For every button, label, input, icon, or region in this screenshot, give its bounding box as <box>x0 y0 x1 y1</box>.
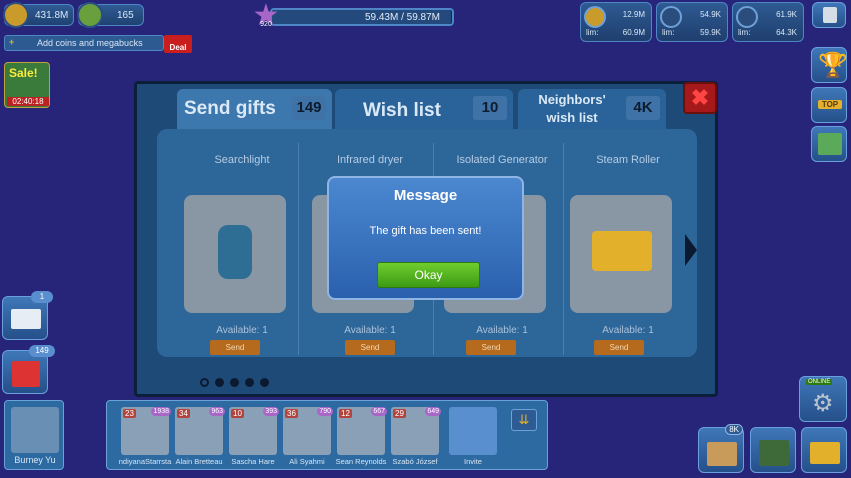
friend-card[interactable]: 12 667 Sean Reynolds <box>336 407 387 467</box>
achievements-button[interactable]: 🏆 <box>811 47 848 83</box>
shop-button[interactable]: 8K <box>698 424 744 473</box>
tab-wish-list[interactable]: Wish list 10 <box>335 89 513 129</box>
close-icon: ✖ <box>690 85 710 110</box>
send-button[interactable]: Send <box>210 340 260 355</box>
pagination <box>200 374 275 392</box>
gifts-button[interactable]: 149 <box>2 345 55 394</box>
water-icon <box>660 6 682 28</box>
page-dot[interactable] <box>215 378 224 387</box>
friends-bar: 23 1938 ndiyanaStarrsta 34 963 Alain Bre… <box>106 400 548 470</box>
gift-card[interactable] <box>184 195 286 313</box>
gear-icon: ⚙ <box>812 390 834 417</box>
tasks-button[interactable] <box>812 2 846 28</box>
bulldozer-button[interactable] <box>801 427 847 473</box>
population-icon <box>584 6 606 28</box>
message-popup: Message The gift has been sent! Okay <box>327 176 524 300</box>
message-body: The gift has been sent! <box>369 225 482 237</box>
friend-card[interactable]: 34 963 Alain Bretteau <box>175 407 225 467</box>
build-button[interactable] <box>750 427 796 473</box>
okay-button[interactable]: Okay <box>377 262 480 288</box>
level-star-icon[interactable]: ★ 920 <box>251 1 281 31</box>
tab-send-gifts[interactable]: Send gifts 149 <box>177 89 332 129</box>
send-button[interactable]: Send <box>466 340 516 355</box>
house-icon <box>759 440 789 466</box>
sale-button[interactable]: Sale! 02:40:18 <box>4 62 50 108</box>
coins-icon <box>3 2 29 28</box>
friend-card[interactable]: 29 649 Szabó József <box>391 407 441 467</box>
page-dot[interactable] <box>230 378 239 387</box>
tab-neighbors-wish-list[interactable]: Neighbors' wish list 4K <box>518 89 666 129</box>
close-button[interactable]: ✖ <box>683 82 717 114</box>
gift-item: Steam Roller Available: 1 Send <box>563 129 693 357</box>
envelope-icon <box>11 309 41 329</box>
send-button[interactable]: Send <box>594 340 644 355</box>
top-rating-button[interactable]: TOP <box>811 87 847 123</box>
deal-badge[interactable]: Deal <box>164 35 192 53</box>
add-friends-icon[interactable]: ⇊ <box>511 409 537 431</box>
mail-button[interactable]: 1 <box>2 291 53 340</box>
xp-bar: 59.43M / 59.87M <box>270 8 454 26</box>
map-button[interactable] <box>811 126 847 162</box>
population-resource[interactable]: 12.9M lim: 60.9M <box>580 2 652 42</box>
page-dot[interactable] <box>200 378 209 387</box>
send-button[interactable]: Send <box>345 340 395 355</box>
searchlight-icon <box>218 225 252 279</box>
power-icon <box>736 6 758 28</box>
invite-person-icon <box>449 407 497 455</box>
friend-card[interactable]: 23 1938 ndiyanaStarrsta <box>119 407 171 467</box>
message-title: Message <box>393 187 458 204</box>
steam-roller-icon <box>592 231 652 271</box>
add-coins-banner[interactable]: + Add coins and megabucks <box>4 35 164 51</box>
megabucks-icon <box>77 2 103 28</box>
water-resource[interactable]: 54.9K lim: 59.9K <box>656 2 728 42</box>
plus-icon: + <box>9 37 15 47</box>
settings-button[interactable]: ONLINE ⚙ <box>799 376 847 422</box>
player-city-image <box>11 407 59 453</box>
gift-icon <box>12 361 40 387</box>
clipboard-icon <box>823 7 837 23</box>
player-profile[interactable]: Burney Yu <box>4 400 64 470</box>
gift-card[interactable] <box>570 195 672 313</box>
bulldozer-icon <box>810 442 840 464</box>
page-dot[interactable] <box>245 378 254 387</box>
coins-counter[interactable]: 431.8M <box>3 2 74 28</box>
next-arrow-icon[interactable] <box>685 234 697 266</box>
friend-card[interactable]: 10 393 Sascha Hare <box>229 407 279 467</box>
megabucks-counter[interactable]: 165 <box>77 2 144 28</box>
divider <box>298 143 299 355</box>
page-dot[interactable] <box>260 378 269 387</box>
power-resource[interactable]: 61.9K lim: 64.3K <box>732 2 804 42</box>
map-icon <box>818 133 842 155</box>
gift-item: Searchlight Available: 1 Send <box>177 129 307 357</box>
trophy-icon: 🏆 <box>818 52 848 79</box>
crates-icon <box>707 442 737 466</box>
invite-button[interactable]: Invite <box>449 407 497 467</box>
friend-card[interactable]: 36 790 Ali Syahmi <box>283 407 333 467</box>
